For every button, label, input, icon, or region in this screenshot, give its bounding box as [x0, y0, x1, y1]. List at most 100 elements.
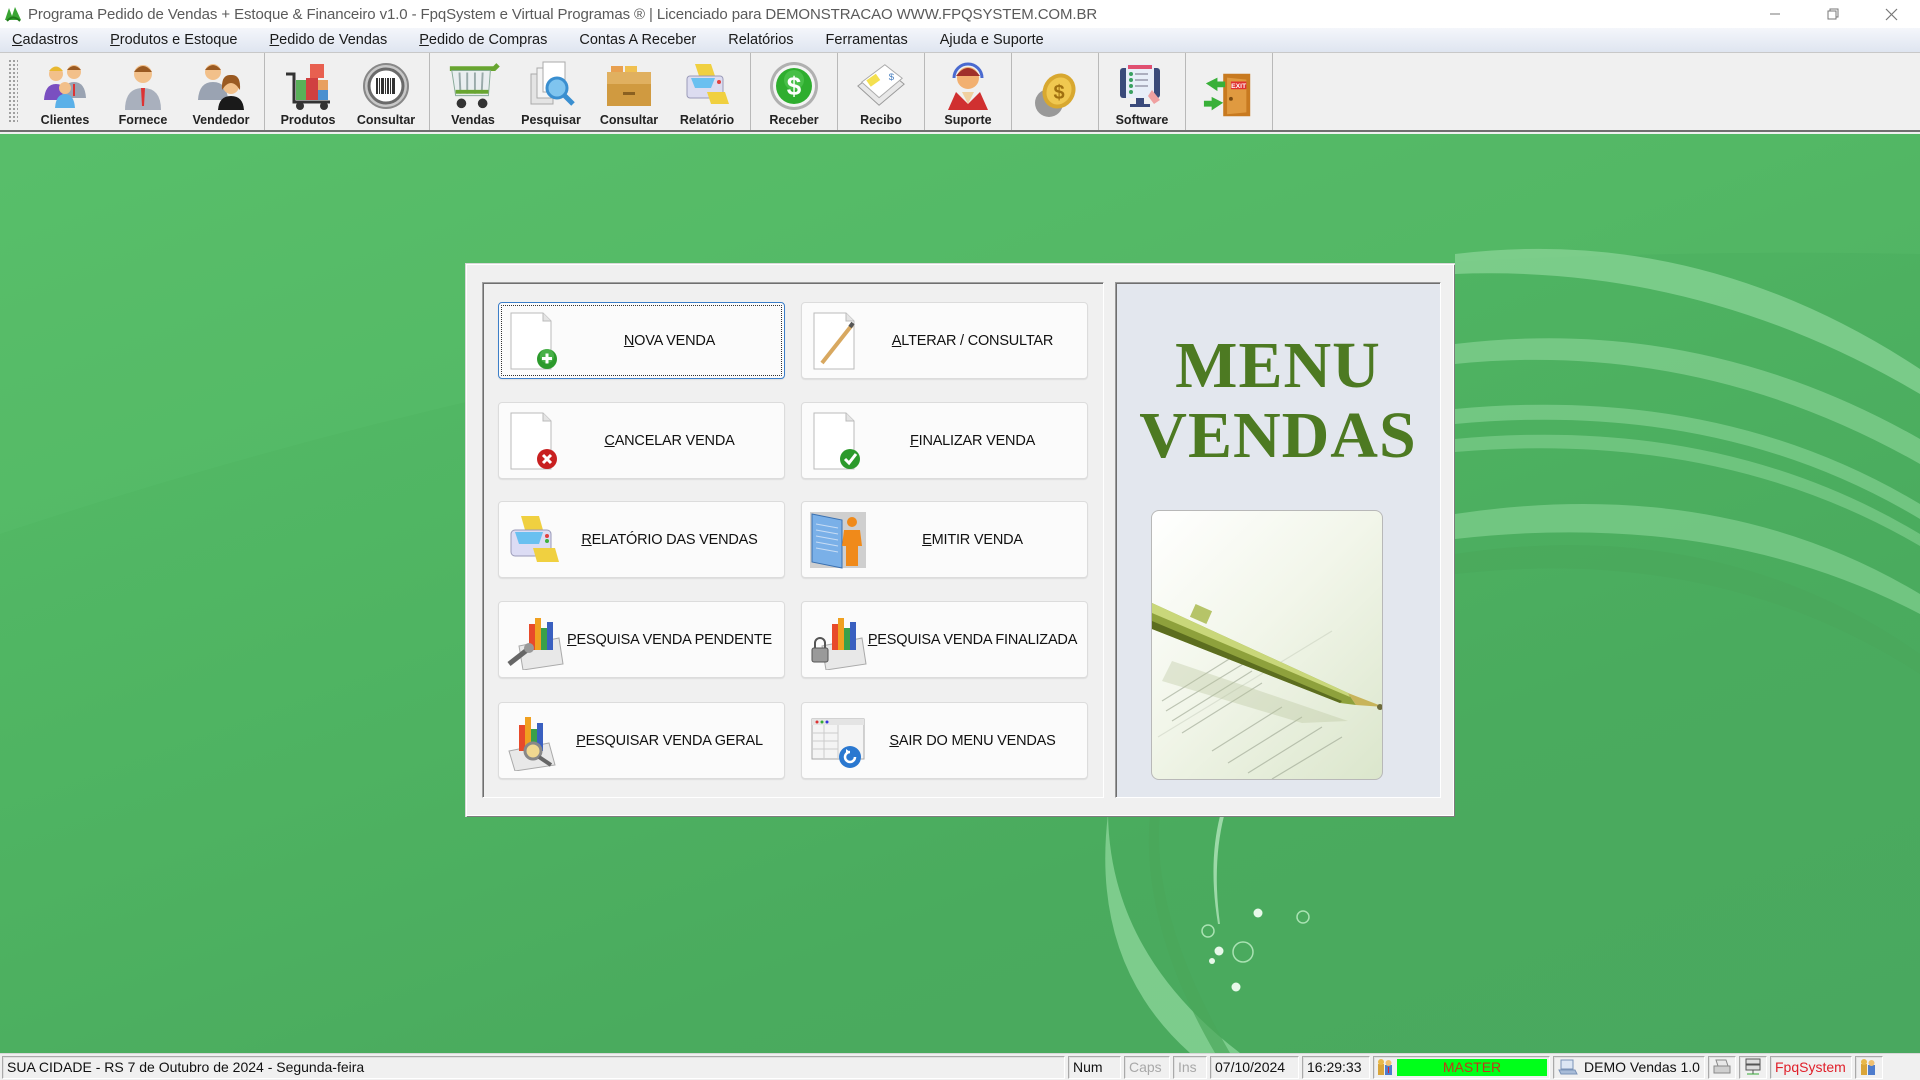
toolbar-grip[interactable]: [8, 59, 18, 124]
toolbar-produtos-button[interactable]: Produtos: [269, 53, 347, 130]
toolbar-label: Pesquisar: [521, 113, 581, 127]
printer-report-icon: [505, 510, 565, 570]
minimize-icon: [1770, 13, 1780, 15]
network-status-button[interactable]: [1739, 1055, 1767, 1079]
menu-produtos-e-estoque[interactable]: Produtos e Estoque: [98, 32, 249, 48]
toolbar-group: Vendas Pesquisar Consultar Relatório: [430, 53, 751, 130]
exit-door-icon: EXIT: [1202, 68, 1256, 122]
sair-do-menu-vendas-button[interactable]: S AIR DO MENU VENDAS: [801, 702, 1088, 779]
cancelar-venda-button[interactable]: C ANCELAR VENDA: [498, 402, 785, 479]
master-level-badge: MASTER: [1397, 1058, 1547, 1076]
menu-relatórios[interactable]: Relatórios: [716, 32, 805, 48]
toolbar-label: Consultar: [356, 113, 416, 127]
toolbar-label: Suporte: [944, 113, 992, 127]
toolbar-consultar-button[interactable]: Consultar: [590, 53, 668, 130]
toolbar-software-button[interactable]: Software: [1103, 53, 1181, 130]
restore-button[interactable]: [1804, 0, 1862, 28]
menu-cadastros[interactable]: Cadastros: [0, 32, 90, 48]
pesquisa-venda-finalizada-button[interactable]: P ESQUISA VENDA FINALIZADA: [801, 601, 1088, 678]
receipt-icon: $: [854, 59, 908, 113]
minimize-button[interactable]: [1746, 0, 1804, 28]
products-cart-icon: [281, 59, 335, 113]
toolbar-label: Software: [1115, 113, 1169, 127]
toolbar-recibo-button[interactable]: $ Recibo: [842, 53, 920, 130]
toolbar-label: Receber: [769, 113, 819, 127]
chart-magnifier-icon: [505, 711, 565, 772]
barcode-icon: [359, 59, 413, 113]
printer-icon: [680, 59, 734, 113]
button-label: N OVA VENDA: [623, 332, 716, 349]
edit-pencil-icon: [808, 311, 868, 371]
svg-text:EXIT: EXIT: [1231, 83, 1247, 90]
button-label: P ESQUISA VENDA FINALIZADA: [867, 631, 1078, 648]
computer-icon: [1558, 1058, 1578, 1076]
file-box-icon: [602, 59, 656, 113]
toolbar-exit-door-button[interactable]: EXIT: [1190, 53, 1268, 130]
menu-vendas-dialog: N OVA VENDA A LTERAR / CONSULTAR C ANCELAR VE…: [466, 264, 1454, 816]
exit-window-icon: [808, 711, 868, 771]
toolbar-label: Relatório: [679, 113, 735, 127]
alterar-consultar-button[interactable]: A LTERAR / CONSULTAR: [801, 302, 1088, 379]
toolbar-receber-button[interactable]: $ Receber: [755, 53, 833, 130]
banner-title-line2: VENDAS: [1139, 399, 1417, 472]
menu-vendas-banner: MENU VENDAS: [1115, 282, 1441, 798]
svg-text:$: $: [1053, 82, 1064, 104]
seller-icon: [194, 59, 248, 113]
close-button[interactable]: [1862, 0, 1920, 28]
status-caps-lock: Caps: [1124, 1055, 1170, 1079]
toolbar-group: Clientes Fornece Vendedor: [22, 53, 265, 130]
toolbar-gold-coin-button[interactable]: $: [1016, 53, 1094, 130]
restore-icon: [1827, 8, 1839, 20]
status-user-level: MASTER: [1373, 1055, 1550, 1079]
toolbar-label: Clientes: [40, 113, 90, 127]
banner-title-line1: MENU: [1175, 329, 1381, 402]
brand-label: FpqSystem: [1770, 1055, 1852, 1079]
printer-icon: [1713, 1059, 1731, 1074]
nova-venda-button[interactable]: N OVA VENDA: [498, 302, 785, 379]
toolbar-group: Produtos Consultar: [265, 53, 430, 130]
pesquisa-venda-pendente-button[interactable]: P ESQUISA VENDA PENDENTE: [498, 601, 785, 678]
toolbar-group: $ Recibo: [838, 53, 925, 130]
toolbar-label: Consultar: [599, 113, 659, 127]
toolbar-vendedor-button[interactable]: Vendedor: [182, 53, 260, 130]
toolbar-clientes-button[interactable]: Clientes: [26, 53, 104, 130]
menu-bar: Cadastros Produtos e Estoque Pedido de Ven…: [0, 28, 1920, 52]
toolbar-group: Suporte: [925, 53, 1012, 130]
supplier-icon: [116, 59, 170, 113]
button-label: F INALIZAR VENDA: [909, 432, 1036, 449]
toolbar-fornece-button[interactable]: Fornece: [104, 53, 182, 130]
toolbar: Clientes Fornece Vendedor Produtos Consultar…: [0, 52, 1920, 132]
pesquisar-venda-geral-button[interactable]: P ESQUISAR VENDA GERAL: [498, 702, 785, 779]
users-status-button[interactable]: [1855, 1055, 1883, 1079]
emitir-venda-button[interactable]: E MITIR VENDA: [801, 501, 1088, 578]
toolbar-suporte-button[interactable]: Suporte: [929, 53, 1007, 130]
printer-status-button[interactable]: [1708, 1055, 1736, 1079]
toolbar-relat-rio-button[interactable]: Relatório: [668, 53, 746, 130]
toolbar-label: Vendas: [451, 113, 495, 127]
button-label: R ELATÓRIO DAS VENDAS: [581, 531, 758, 548]
toolbar-group: $ Receber: [751, 53, 838, 130]
button-label: E MITIR VENDA: [922, 531, 1023, 548]
clients-icon: [38, 59, 92, 113]
users-icon: [1376, 1058, 1394, 1076]
toolbar-vendas-button[interactable]: Vendas: [434, 53, 512, 130]
close-icon: [1885, 8, 1897, 20]
status-version: DEMO Vendas 1.0: [1553, 1055, 1705, 1079]
menu-ferramentas[interactable]: Ferramentas: [814, 32, 920, 48]
status-date: 07/10/2024: [1210, 1055, 1299, 1079]
button-label: C ANCELAR VENDA: [604, 432, 735, 449]
button-label: A LTERAR / CONSULTAR: [891, 332, 1054, 349]
menu-pedido-de-compras[interactable]: Pedido de Compras: [407, 32, 559, 48]
button-label: P ESQUISA VENDA PENDENTE: [567, 631, 772, 648]
software-monitor-icon: [1115, 59, 1169, 113]
toolbar-pesquisar-button[interactable]: Pesquisar: [512, 53, 590, 130]
relatório-das-vendas-button[interactable]: R ELATÓRIO DAS VENDAS: [498, 501, 785, 578]
finalizar-venda-button[interactable]: F INALIZAR VENDA: [801, 402, 1088, 479]
menu-pedido-de-vendas[interactable]: Pedido de Vendas: [257, 32, 399, 48]
status-location-date: SUA CIDADE - RS 7 de Outubro de 2024 - S…: [2, 1055, 1065, 1079]
button-label: S AIR DO MENU VENDAS: [889, 732, 1056, 749]
button-label: P ESQUISAR VENDA GERAL: [576, 732, 763, 749]
menu-contas-a-receber[interactable]: Contas A Receber: [567, 32, 708, 48]
toolbar-consultar-button[interactable]: Consultar: [347, 53, 425, 130]
menu-ajuda-e-suporte[interactable]: Ajuda e Suporte: [928, 32, 1056, 48]
